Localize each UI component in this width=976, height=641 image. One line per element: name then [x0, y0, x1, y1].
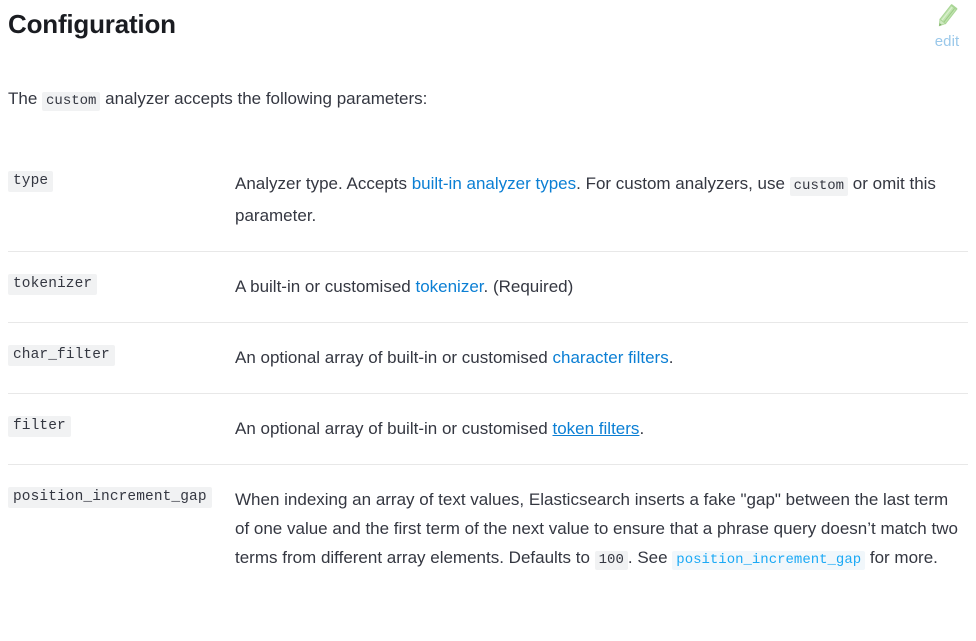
parameter-row: position_increment_gap When indexing an a…	[8, 464, 968, 596]
parameter-term-code: char_filter	[8, 345, 115, 366]
parameter-term: filter	[8, 414, 235, 437]
intro-text-before: The	[8, 89, 43, 108]
description-text: An optional array of built-in or customi…	[235, 348, 553, 367]
edit-link[interactable]: edit	[926, 2, 968, 49]
parameter-definition-list: type Analyzer type. Accepts built-in anal…	[8, 113, 968, 596]
intro-paragraph: The custom analyzer accepts the followin…	[8, 40, 968, 113]
parameter-row: tokenizer A built-in or customised tokeni…	[8, 251, 968, 322]
description-link[interactable]: character filters	[553, 348, 669, 367]
description-text: .	[668, 348, 674, 367]
page-title: Configuration	[8, 9, 176, 39]
intro-text-after: analyzer accepts the following parameter…	[100, 89, 428, 108]
parameter-description: A built-in or customised tokenizer. (Req…	[235, 272, 968, 301]
parameter-term-code: filter	[8, 416, 71, 437]
description-text: A built-in or customised	[235, 277, 416, 296]
parameter-description: An optional array of built-in or customi…	[235, 343, 968, 372]
description-text: for more.	[865, 548, 938, 567]
description-text: An optional array of built-in or customi…	[235, 419, 553, 438]
parameter-term: tokenizer	[8, 272, 235, 295]
documentation-page: edit Configuration The custom analyzer a…	[0, 0, 976, 641]
description-link[interactable]: tokenizer	[415, 277, 483, 296]
parameter-term-code: position_increment_gap	[8, 487, 212, 508]
parameter-description: An optional array of built-in or customi…	[235, 414, 968, 443]
parameter-term: position_increment_gap	[8, 485, 235, 508]
pencil-icon	[938, 4, 958, 27]
description-link[interactable]: token filters	[553, 419, 640, 438]
inline-code-custom: custom	[42, 92, 101, 111]
parameter-description: Analyzer type. Accepts built-in analyzer…	[235, 169, 968, 230]
inline-code-link[interactable]: position_increment_gap	[672, 551, 866, 570]
description-text: . See	[627, 548, 673, 567]
description-link[interactable]: built-in analyzer types	[412, 174, 576, 193]
inline-code: 100	[594, 551, 628, 570]
parameter-row: type Analyzer type. Accepts built-in anal…	[8, 113, 968, 251]
parameter-term: type	[8, 169, 235, 192]
parameter-term: char_filter	[8, 343, 235, 366]
description-text: Analyzer type. Accepts	[235, 174, 412, 193]
inline-code: custom	[789, 177, 849, 196]
description-text: .	[639, 419, 645, 438]
parameter-term-code: tokenizer	[8, 274, 98, 295]
parameter-row: filter An optional array of built-in or c…	[8, 393, 968, 464]
description-text: . For custom analyzers, use	[576, 174, 790, 193]
edit-label: edit	[934, 33, 960, 50]
description-text: . (Required)	[483, 277, 574, 296]
parameter-term-code: type	[8, 171, 54, 192]
parameter-description: When indexing an array of text values, E…	[235, 485, 968, 575]
parameter-row: char_filter An optional array of built-in…	[8, 322, 968, 393]
